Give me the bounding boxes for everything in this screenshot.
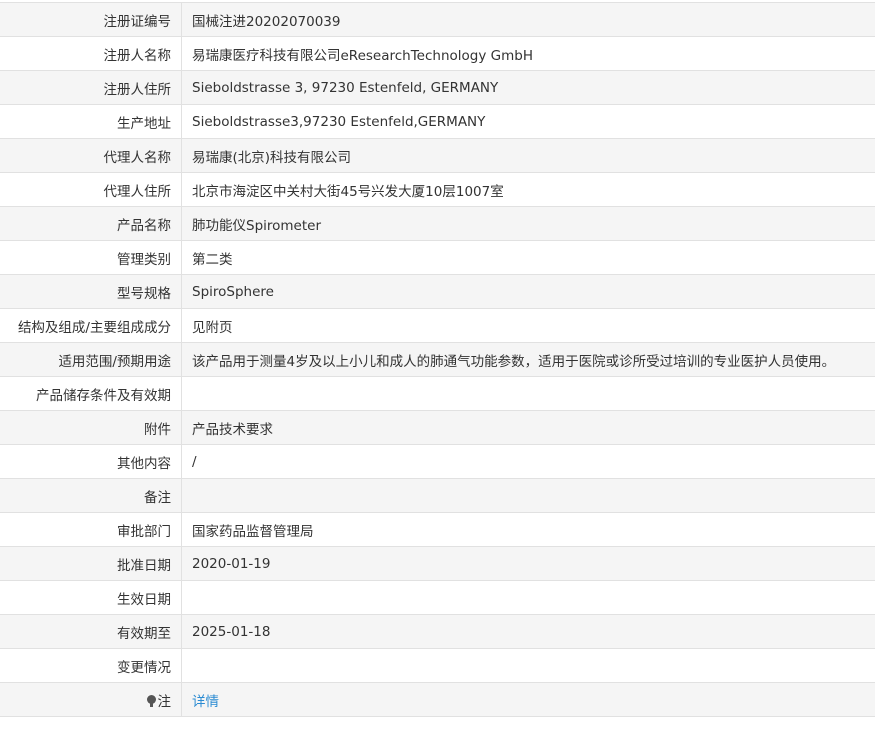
row-value xyxy=(181,580,875,615)
row-label: 批准日期 xyxy=(0,546,182,581)
row-registrant-name: 注册人名称 易瑞康医疗科技有限公司eResearchTechnology Gmb… xyxy=(0,36,875,71)
row-value xyxy=(181,376,875,411)
row-label: 生效日期 xyxy=(0,580,182,615)
row-value: / xyxy=(181,444,875,479)
row-agent-address: 代理人住所 北京市海淀区中关村大街45号兴发大厦10层1007室 xyxy=(0,172,875,207)
detail-panel: 注册证编号 国械注进20202070039 注册人名称 易瑞康医疗科技有限公司e… xyxy=(0,0,875,717)
row-label: 管理类别 xyxy=(0,240,182,275)
row-change-status: 变更情况 xyxy=(0,648,875,683)
row-valid-until: 有效期至 2025-01-18 xyxy=(0,614,875,649)
row-other-content: 其他内容 / xyxy=(0,444,875,479)
row-value: 2025-01-18 xyxy=(181,614,875,649)
row-product-name: 产品名称 肺功能仪Spirometer xyxy=(0,206,875,241)
row-value xyxy=(181,648,875,683)
row-agent-name: 代理人名称 易瑞康(北京)科技有限公司 xyxy=(0,138,875,173)
note-value-cell: 详情 xyxy=(181,682,875,717)
note-label: 注 xyxy=(157,693,172,710)
row-value: SpiroSphere xyxy=(181,274,875,309)
lightbulb-icon xyxy=(146,694,156,707)
row-label: 注册证编号 xyxy=(0,2,182,37)
row-label: 注册人名称 xyxy=(0,36,182,71)
row-label: 型号规格 xyxy=(0,274,182,309)
row-label: 适用范围/预期用途 xyxy=(0,342,182,377)
row-intended-use: 适用范围/预期用途 该产品用于测量4岁及以上小儿和成人的肺通气功能参数，适用于医… xyxy=(0,342,875,377)
row-label: 生产地址 xyxy=(0,104,182,139)
row-effective-date: 生效日期 xyxy=(0,580,875,615)
row-value: 该产品用于测量4岁及以上小儿和成人的肺通气功能参数，适用于医院或诊所受过培训的专… xyxy=(181,342,875,377)
row-label: 产品储存条件及有效期 xyxy=(0,376,182,411)
row-approval-date: 批准日期 2020-01-19 xyxy=(0,546,875,581)
row-label: 代理人住所 xyxy=(0,172,182,207)
row-value: 北京市海淀区中关村大街45号兴发大厦10层1007室 xyxy=(181,172,875,207)
row-label: 变更情况 xyxy=(0,648,182,683)
row-remarks: 备注 xyxy=(0,478,875,513)
row-label: 备注 xyxy=(0,478,182,513)
row-approval-department: 审批部门 国家药品监督管理局 xyxy=(0,512,875,547)
note-label-cell: 注 xyxy=(0,682,182,717)
row-value: 第二类 xyxy=(181,240,875,275)
row-storage-validity: 产品储存条件及有效期 xyxy=(0,376,875,411)
details-link[interactable]: 详情 xyxy=(192,694,219,710)
row-registrant-address: 注册人住所 Sieboldstrasse 3, 97230 Estenfeld,… xyxy=(0,70,875,105)
registration-detail-table: 注册证编号 国械注进20202070039 注册人名称 易瑞康医疗科技有限公司e… xyxy=(0,2,875,717)
row-label: 注册人住所 xyxy=(0,70,182,105)
row-value: 易瑞康(北京)科技有限公司 xyxy=(181,138,875,173)
row-model-spec: 型号规格 SpiroSphere xyxy=(0,274,875,309)
row-value xyxy=(181,478,875,513)
row-registration-number: 注册证编号 国械注进20202070039 xyxy=(0,2,875,37)
row-label: 代理人名称 xyxy=(0,138,182,173)
row-note: 注 详情 xyxy=(0,682,875,717)
row-structure-composition: 结构及组成/主要组成成分 见附页 xyxy=(0,308,875,343)
row-value: 见附页 xyxy=(181,308,875,343)
row-label: 产品名称 xyxy=(0,206,182,241)
row-value: 国家药品监督管理局 xyxy=(181,512,875,547)
row-value: 2020-01-19 xyxy=(181,546,875,581)
row-label: 附件 xyxy=(0,410,182,445)
row-attachment: 附件 产品技术要求 xyxy=(0,410,875,445)
row-value: Sieboldstrasse 3, 97230 Estenfeld, GERMA… xyxy=(181,70,875,105)
row-label: 审批部门 xyxy=(0,512,182,547)
row-value: 肺功能仪Spirometer xyxy=(181,206,875,241)
row-value: 易瑞康医疗科技有限公司eResearchTechnology GmbH xyxy=(181,36,875,71)
row-production-address: 生产地址 Sieboldstrasse3,97230 Estenfeld,GER… xyxy=(0,104,875,139)
row-value: 产品技术要求 xyxy=(181,410,875,445)
row-management-category: 管理类别 第二类 xyxy=(0,240,875,275)
row-value: Sieboldstrasse3,97230 Estenfeld,GERMANY xyxy=(181,104,875,139)
row-label: 其他内容 xyxy=(0,444,182,479)
row-value: 国械注进20202070039 xyxy=(181,2,875,37)
row-label: 有效期至 xyxy=(0,614,182,649)
row-label: 结构及组成/主要组成成分 xyxy=(0,308,182,343)
